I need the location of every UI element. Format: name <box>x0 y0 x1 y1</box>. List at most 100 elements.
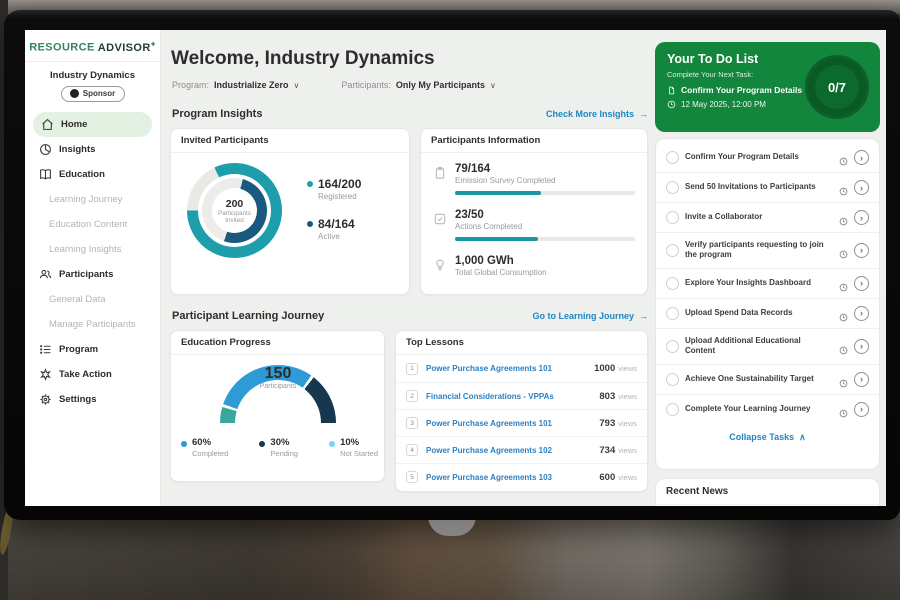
rank-badge: 5 <box>406 471 418 483</box>
program-dropdown[interactable]: Program: Industrialize Zero ∨ <box>172 80 299 90</box>
task-checkbox[interactable] <box>666 277 679 290</box>
task-checkbox[interactable] <box>666 181 679 194</box>
task-row[interactable]: Upload Additional Educational Content › <box>656 329 879 365</box>
task-row[interactable]: Upload Spend Data Records › <box>656 299 879 329</box>
participants-information-card: Participants Information 79/164 Emission… <box>420 128 648 295</box>
sidebar-nav: Home Insights Education Learning Journey <box>25 112 160 412</box>
gauge-center-label: 150 Participants <box>220 389 336 390</box>
participants-icon <box>39 268 52 281</box>
checklist-icon <box>433 212 447 226</box>
clock-icon <box>839 246 848 255</box>
task-chevron-button[interactable]: › <box>854 306 869 321</box>
rank-badge: 2 <box>406 390 418 402</box>
insights-icon <box>39 143 52 156</box>
education-progress-title: Education Progress <box>171 331 384 355</box>
task-checkbox[interactable] <box>666 373 679 386</box>
sidebar-item-general-data[interactable]: General Data <box>25 287 160 312</box>
legend-active: 84/164 Active <box>307 217 355 241</box>
task-row[interactable]: Send 50 Invitations to Participants › <box>656 173 879 203</box>
task-checkbox[interactable] <box>666 340 679 353</box>
clipboard-icon <box>433 166 447 180</box>
monitor-bezel: RESOURCE ADVISOR+ Industry Dynamics Spon… <box>4 10 900 520</box>
sidebar-item-learning-journey[interactable]: Learning Journey <box>25 187 160 212</box>
sidebar-item-education[interactable]: Education <box>25 162 160 187</box>
task-checkbox[interactable] <box>666 244 679 257</box>
task-row[interactable]: Explore Your Insights Dashboard › <box>656 269 879 299</box>
task-chevron-button[interactable]: › <box>854 276 869 291</box>
task-row[interactable]: Confirm Your Program Details › <box>656 143 879 173</box>
task-chevron-button[interactable]: › <box>854 243 869 258</box>
home-icon <box>41 118 54 131</box>
clock-icon <box>839 375 848 384</box>
lesson-row: 2 Financial Considerations - VPPAs 803 v… <box>396 382 647 409</box>
task-chevron-button[interactable]: › <box>854 339 869 354</box>
arrow-right-icon: → <box>639 109 648 119</box>
legend-pending: 30% Pending <box>259 437 298 458</box>
sidebar-item-program[interactable]: Program <box>25 337 160 362</box>
task-checkbox[interactable] <box>666 211 679 224</box>
invited-participants-card: Invited Participants 200 Participants In… <box>170 128 410 295</box>
legend-dot <box>307 221 313 227</box>
invited-participants-donut-chart: 200 Participants Invited <box>187 163 282 258</box>
participants-dropdown[interactable]: Participants: Only My Participants ∨ <box>341 80 495 90</box>
page-title: Welcome, Industry Dynamics <box>171 48 435 70</box>
stat-emission-survey: 79/164 Emission Survey Completed <box>433 163 635 195</box>
stat-actions-completed: 23/50 Actions Completed <box>433 209 635 241</box>
sidebar-item-take-action[interactable]: Take Action <box>25 362 160 387</box>
legend-dot <box>329 441 335 447</box>
chevron-down-icon: ∨ <box>490 81 496 90</box>
legend-not-started: 10% Not Started <box>329 437 378 458</box>
task-row[interactable]: Verify participants requesting to join t… <box>656 233 879 269</box>
task-row[interactable]: Complete Your Learning Journey › <box>656 395 879 424</box>
go-to-learning-journey-link[interactable]: Go to Learning Journey → <box>532 311 648 321</box>
sidebar-item-manage-participants[interactable]: Manage Participants <box>25 312 160 337</box>
chevron-down-icon: ∨ <box>294 81 300 90</box>
recent-news-card: Recent News <box>655 478 880 506</box>
clock-icon <box>667 100 676 109</box>
task-checkbox[interactable] <box>666 307 679 320</box>
filter-row: Program: Industrialize Zero ∨ Participan… <box>172 80 496 90</box>
photo-of-monitor: RESOURCE ADVISOR+ Industry Dynamics Spon… <box>0 0 900 600</box>
sidebar-item-home[interactable]: Home <box>33 112 152 137</box>
next-task: Confirm Your Program Details <box>667 85 817 95</box>
check-more-insights-link[interactable]: Check More Insights → <box>546 109 648 119</box>
learning-journey-heading: Participant Learning Journey <box>172 310 324 322</box>
task-row[interactable]: Invite a Collaborator › <box>656 203 879 233</box>
program-insights-heading: Program Insights <box>172 108 262 120</box>
arrow-right-icon: → <box>639 311 648 321</box>
lesson-row: 3 Power Purchase Agreements 101 793 view… <box>396 409 647 436</box>
task-row[interactable]: Achieve One Sustainability Target › <box>656 365 879 395</box>
sidebar-item-learning-insights[interactable]: Learning Insights <box>25 237 160 262</box>
clock-icon <box>839 309 848 318</box>
task-chevron-button[interactable]: › <box>854 372 869 387</box>
lesson-link[interactable]: Power Purchase Agreements 102 <box>426 446 599 455</box>
task-checkbox[interactable] <box>666 403 679 416</box>
lightbulb-icon <box>433 258 447 272</box>
task-chevron-button[interactable]: › <box>854 402 869 417</box>
sponsor-badge[interactable]: Sponsor <box>61 86 125 102</box>
task-chevron-button[interactable]: › <box>854 180 869 195</box>
lesson-link[interactable]: Power Purchase Agreements 103 <box>426 473 599 482</box>
collapse-tasks-link[interactable]: Collapse Tasks ∧ <box>656 424 879 447</box>
clock-icon <box>839 153 848 162</box>
sidebar-item-education-content[interactable]: Education Content <box>25 212 160 237</box>
legend-dot <box>259 441 265 447</box>
participants-information-title: Participants Information <box>421 129 647 153</box>
task-chevron-button[interactable]: › <box>854 150 869 165</box>
lesson-link[interactable]: Power Purchase Agreements 101 <box>426 419 599 428</box>
education-progress-legend: 60% Completed 30% Pending 10% Not Starte… <box>181 437 378 458</box>
legend-dot <box>181 441 187 447</box>
emission-survey-progress-bar <box>455 191 635 195</box>
sidebar-item-settings[interactable]: Settings <box>25 387 160 412</box>
rank-badge: 1 <box>406 363 418 375</box>
task-chevron-button[interactable]: › <box>854 210 869 225</box>
education-book-icon <box>39 168 52 181</box>
lesson-link[interactable]: Power Purchase Agreements 101 <box>426 364 594 373</box>
sidebar-item-insights[interactable]: Insights <box>25 137 160 162</box>
task-checkbox[interactable] <box>666 151 679 164</box>
sidebar-item-participants[interactable]: Participants <box>25 262 160 287</box>
lesson-row: 1 Power Purchase Agreements 101 1000 vie… <box>396 355 647 382</box>
education-progress-card: Education Progress 150 Participants 60% … <box>170 330 385 482</box>
legend-completed: 60% Completed <box>181 437 228 458</box>
lesson-link[interactable]: Financial Considerations - VPPAs <box>426 392 599 401</box>
